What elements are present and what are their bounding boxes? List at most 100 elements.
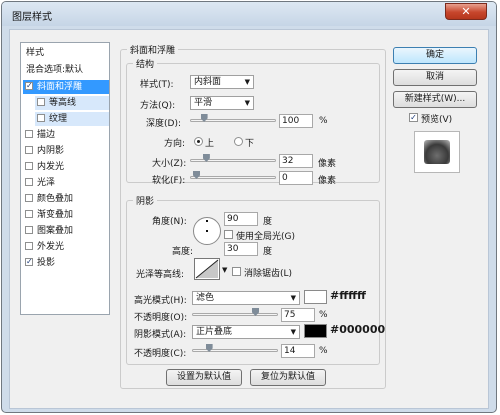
highlight-color-swatch[interactable]: [304, 290, 327, 304]
style-item-checkbox[interactable]: [25, 242, 33, 250]
direction-up-radio[interactable]: [194, 137, 203, 146]
style-item-5[interactable]: 内发光: [23, 160, 109, 174]
global-light-label: 使用全局光(G): [236, 232, 295, 242]
gloss-contour-label: 光泽等高线:: [136, 270, 185, 280]
style-item-2[interactable]: 纹理: [35, 112, 109, 126]
highlight-opacity-input[interactable]: 75: [281, 308, 315, 322]
angle-dial[interactable]: [193, 217, 221, 245]
technique-dropdown[interactable]: 平滑 ▼: [190, 96, 254, 110]
style-item-checkbox[interactable]: [25, 162, 33, 170]
angle-unit: 度: [263, 217, 273, 227]
direction-down-label: 下: [245, 139, 255, 149]
gloss-contour-picker[interactable]: [194, 258, 220, 280]
style-item-9[interactable]: 图案叠加: [23, 224, 109, 238]
make-default-button[interactable]: 设置为默认值: [166, 369, 242, 386]
angle-dial-center: [206, 230, 208, 232]
shadow-opacity-input[interactable]: 14: [281, 344, 315, 358]
direction-down-radio[interactable]: [234, 137, 243, 146]
dialog-client: 样式 混合选项:默认 ✓ 斜面和浮雕等高线纹理描边内阴影内发光光泽颜色叠加渐变叠加…: [9, 29, 489, 409]
style-item-checkbox[interactable]: [25, 178, 33, 186]
shadow-color-swatch[interactable]: [304, 324, 327, 338]
style-item-1[interactable]: 等高线: [35, 96, 109, 110]
style-item-checkbox[interactable]: ✓: [25, 258, 33, 266]
style-label: 样式(T):: [140, 80, 174, 90]
style-item-checkbox[interactable]: ✓: [25, 82, 33, 90]
new-style-button[interactable]: 新建样式(W)...: [393, 91, 477, 108]
highlight-color-hex: #ffffff: [330, 289, 366, 302]
style-item-11[interactable]: ✓ 投影: [23, 256, 109, 270]
preview-checkbox[interactable]: ✓: [409, 113, 418, 122]
highlight-mode-dropdown[interactable]: 滤色 ▼: [192, 291, 300, 305]
angle-input[interactable]: 90: [224, 212, 258, 226]
shadow-mode-value: 正片叠底: [196, 327, 233, 337]
style-item-0[interactable]: ✓ 斜面和浮雕: [23, 80, 109, 94]
style-item-checkbox[interactable]: [25, 210, 33, 218]
soften-slider-track[interactable]: [190, 176, 276, 179]
highlight-opacity-unit: %: [319, 310, 328, 320]
style-item-label: 斜面和浮雕: [37, 82, 83, 92]
chevron-down-icon[interactable]: ▼: [222, 266, 227, 274]
style-item-label: 图案叠加: [37, 226, 74, 236]
style-item-checkbox[interactable]: [25, 194, 33, 202]
style-item-label: 颜色叠加: [37, 194, 74, 204]
preview-swatch: [424, 140, 450, 164]
soften-label: 软化(F):: [152, 176, 186, 186]
chevron-down-icon: ▼: [244, 99, 250, 107]
blending-options[interactable]: 混合选项:默认: [23, 63, 109, 77]
size-slider-track[interactable]: [190, 159, 276, 162]
style-item-10[interactable]: 外发光: [23, 240, 109, 254]
style-item-label: 内发光: [37, 162, 65, 172]
styles-header[interactable]: 样式: [23, 46, 109, 60]
angle-label: 角度(N):: [152, 217, 187, 227]
dialog-title: 图层样式: [12, 12, 52, 23]
style-item-8[interactable]: 渐变叠加: [23, 208, 109, 222]
style-item-label: 内阴影: [37, 146, 65, 156]
style-item-7[interactable]: 颜色叠加: [23, 192, 109, 206]
style-item-label: 纹理: [49, 114, 68, 124]
style-item-3[interactable]: 描边: [23, 128, 109, 142]
soften-input[interactable]: 0: [279, 171, 313, 185]
contour-curve-icon: [195, 259, 219, 279]
altitude-label: 高度:: [172, 247, 194, 257]
antialias-checkbox[interactable]: [232, 267, 241, 276]
style-item-4[interactable]: 内阴影: [23, 144, 109, 158]
size-input[interactable]: 32: [279, 154, 313, 168]
highlight-opacity-label: 不透明度(O):: [134, 313, 188, 323]
shadow-mode-label: 阴影模式(A):: [134, 330, 187, 340]
highlight-mode-value: 滤色: [196, 293, 215, 303]
shadow-opacity-track[interactable]: [192, 349, 278, 352]
altitude-input[interactable]: 30: [224, 242, 258, 256]
style-item-checkbox[interactable]: [37, 98, 45, 106]
global-light-checkbox[interactable]: [224, 230, 233, 239]
layer-style-dialog: 图层样式 ✕ 样式 混合选项:默认 ✓ 斜面和浮雕等高线纹理描边内阴影内发光光泽颜…: [1, 1, 497, 413]
chevron-down-icon: ▼: [244, 78, 250, 86]
technique-label: 方法(Q):: [140, 101, 176, 111]
style-item-label: 外发光: [37, 242, 65, 252]
structure-title: 结构: [136, 60, 155, 70]
size-label: 大小(Z):: [152, 159, 187, 169]
angle-dial-marker: [206, 220, 208, 222]
close-icon[interactable]: ✕: [461, 5, 470, 18]
altitude-unit: 度: [263, 247, 273, 257]
soften-unit: 像素: [318, 176, 337, 186]
style-item-checkbox[interactable]: [25, 130, 33, 138]
highlight-opacity-track[interactable]: [192, 313, 278, 316]
style-item-label: 光泽: [37, 178, 56, 188]
style-dropdown[interactable]: 内斜面 ▼: [190, 75, 254, 89]
style-value: 内斜面: [194, 77, 222, 87]
styles-list: 样式 混合选项:默认 ✓ 斜面和浮雕等高线纹理描边内阴影内发光光泽颜色叠加渐变叠加…: [20, 42, 110, 315]
shadow-mode-dropdown[interactable]: 正片叠底 ▼: [192, 325, 300, 339]
reset-default-button[interactable]: 复位为默认值: [250, 369, 326, 386]
depth-input[interactable]: 100: [279, 114, 313, 128]
style-item-label: 描边: [37, 130, 56, 140]
ok-button[interactable]: 确定: [393, 47, 477, 64]
style-item-label: 渐变叠加: [37, 210, 74, 220]
style-item-checkbox[interactable]: [37, 114, 45, 122]
cancel-button[interactable]: 取消: [393, 69, 477, 86]
style-item-checkbox[interactable]: [25, 226, 33, 234]
close-button[interactable]: ✕: [445, 3, 487, 20]
shadow-opacity-unit: %: [319, 346, 328, 356]
style-item-6[interactable]: 光泽: [23, 176, 109, 190]
preview-label: 预览(V): [421, 115, 453, 125]
style-item-checkbox[interactable]: [25, 146, 33, 154]
